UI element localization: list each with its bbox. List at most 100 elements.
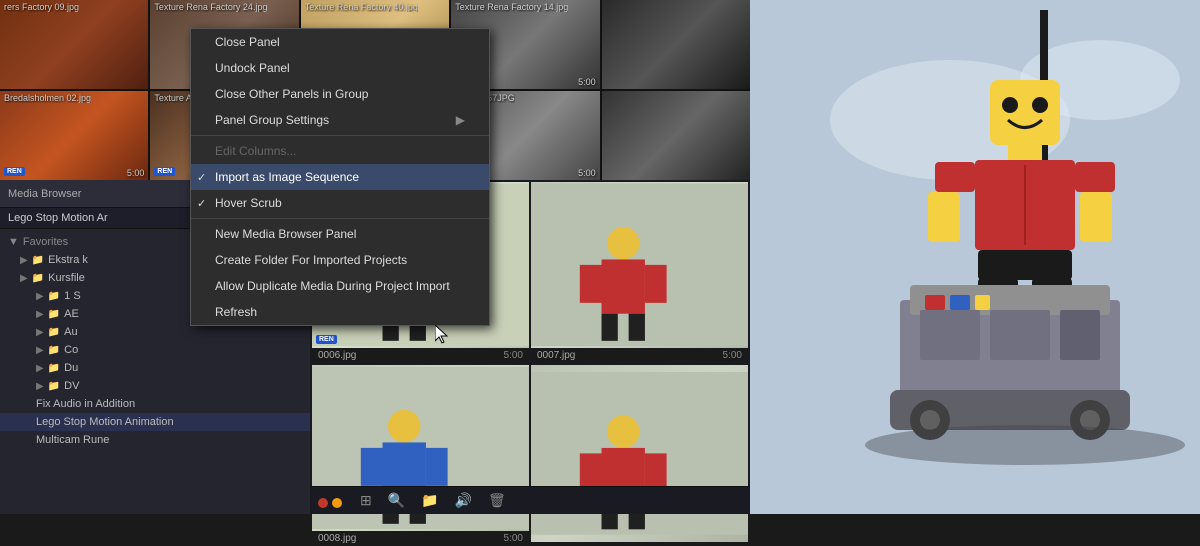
rec-badge: REN xyxy=(316,335,337,344)
media-item[interactable]: Bredalsholmen 02.jpg 5:00 REN xyxy=(0,91,148,180)
media-item-label: rers Factory 09.jpg xyxy=(4,2,79,12)
menu-separator-2 xyxy=(191,218,489,219)
folder-icon: 📁 xyxy=(48,345,60,356)
tree-arrow: ▶ xyxy=(36,327,44,338)
audio-icon[interactable]: 🔊 xyxy=(451,490,476,511)
delete-icon[interactable]: 🗑 xyxy=(484,490,510,511)
photo-background xyxy=(750,0,1200,514)
panel-area: Media Browser ≡ Lego Stop Motion Ar ▼ Fa… xyxy=(0,180,750,514)
tree-item-label: Fix Audio in Addition xyxy=(36,398,135,410)
menu-item-close-panel[interactable]: Close Panel xyxy=(191,29,489,55)
media-item-duration: 5:00 xyxy=(578,168,596,178)
media-thumb-footer: 0008.jpg 5:00 xyxy=(312,531,529,546)
media-thumb-footer: 0007.jpg 5:00 xyxy=(531,348,748,363)
media-thumb-duration: 5:00 xyxy=(504,533,523,544)
section-label: Favorites xyxy=(23,236,68,248)
menu-item-label: Create Folder For Imported Projects xyxy=(215,253,407,267)
search-icon[interactable]: 🔍 xyxy=(384,490,409,511)
media-thumb-name: 0006.jpg xyxy=(318,350,356,361)
folder-icon: 📁 xyxy=(48,327,60,338)
tree-arrow: ▶ xyxy=(36,309,44,320)
media-thumb-item[interactable]: 0007.jpg 5:00 xyxy=(531,182,748,363)
menu-item-label: Undock Panel xyxy=(215,61,290,75)
menu-item-label: Close Other Panels in Group xyxy=(215,87,368,101)
tree-item-multicam[interactable]: Multicam Rune xyxy=(0,431,310,449)
media-item-label: Texture Rena Factory 40.jpg xyxy=(305,2,418,12)
tree-item-dv[interactable]: ▶ 📁 DV xyxy=(0,377,310,395)
folder-icon: 📁 xyxy=(32,255,44,266)
media-item-label: Texture Rena Factory 14.jpg xyxy=(455,2,568,12)
media-item-label: Bredalsholmen 02.jpg xyxy=(4,93,91,103)
tree-arrow: ▶ xyxy=(36,291,44,302)
media-thumb-name: 0008.jpg xyxy=(318,533,356,544)
media-browser-panel: Media Browser ≡ Lego Stop Motion Ar ▼ Fa… xyxy=(0,180,310,514)
menu-item-refresh[interactable]: Refresh xyxy=(191,299,489,325)
tree-item-label: Au xyxy=(64,326,77,338)
tree-arrow: ▶ xyxy=(36,345,44,356)
menu-item-label: Import as Image Sequence xyxy=(215,170,359,184)
menu-separator-1 xyxy=(191,135,489,136)
tree-item-co[interactable]: ▶ 📁 Co xyxy=(0,341,310,359)
media-item[interactable] xyxy=(602,91,750,180)
media-thumb-footer xyxy=(531,542,748,546)
section-arrow: ▼ xyxy=(8,236,19,248)
media-thumb-inner xyxy=(531,365,748,542)
media-item[interactable] xyxy=(602,0,750,89)
media-item-label: Texture Rena Factory 24.jpg xyxy=(154,2,267,12)
folder-icon[interactable]: 📁 xyxy=(417,490,442,511)
tree-item-label: AE xyxy=(64,308,79,320)
menu-item-label: Panel Group Settings xyxy=(215,113,329,127)
tree-item-label: Kursfile xyxy=(48,272,85,284)
media-thumb-item[interactable]: 0008.jpg 5:00 xyxy=(312,365,529,546)
menu-item-import-image-seq[interactable]: ✓ Import as Image Sequence xyxy=(191,164,489,190)
menu-item-label: Refresh xyxy=(215,305,257,319)
tree-item-label: DV xyxy=(64,380,79,392)
menu-item-new-media-browser[interactable]: New Media Browser Panel xyxy=(191,221,489,247)
grid-icon[interactable]: ⊞ xyxy=(356,490,376,511)
status-dots xyxy=(318,498,342,508)
menu-item-label: Allow Duplicate Media During Project Imp… xyxy=(215,279,450,293)
menu-item-label: New Media Browser Panel xyxy=(215,227,356,241)
menu-item-allow-duplicate[interactable]: Allow Duplicate Media During Project Imp… xyxy=(191,273,489,299)
menu-item-label: Hover Scrub xyxy=(215,196,282,210)
tree-item-label: 1 S xyxy=(64,290,81,302)
media-item[interactable]: rers Factory 09.jpg xyxy=(0,0,148,89)
menu-item-close-other-panels[interactable]: Close Other Panels in Group xyxy=(191,81,489,107)
menu-item-undock-panel[interactable]: Undock Panel xyxy=(191,55,489,81)
main-container: rers Factory 09.jpg Texture Rena Factory… xyxy=(0,0,1200,514)
folder-icon: 📁 xyxy=(48,291,60,302)
tree-item-lego[interactable]: Lego Stop Motion Animation xyxy=(0,413,310,431)
checkmark-icon: ✓ xyxy=(197,171,206,184)
tree-arrow: ▶ xyxy=(20,255,28,266)
tree-arrow: ▶ xyxy=(36,363,44,374)
tree-item-fixaudio[interactable]: Fix Audio in Addition xyxy=(0,395,310,413)
media-thumb-item[interactable] xyxy=(531,365,748,546)
folder-icon: 📁 xyxy=(48,363,60,374)
tree-item-label: Multicam Rune xyxy=(36,434,109,446)
tree-arrow: ▶ xyxy=(36,381,44,392)
menu-item-panel-group-settings[interactable]: Panel Group Settings ▶ xyxy=(191,107,489,133)
checkmark-icon: ✓ xyxy=(197,197,206,210)
right-panel xyxy=(750,0,1200,514)
rec-badge: REN xyxy=(154,167,175,176)
menu-item-edit-columns: Edit Columns... xyxy=(191,138,489,164)
bottom-toolbar: ⊞ 🔍 📁 🔊 🗑 xyxy=(310,486,750,514)
status-dot-red xyxy=(318,498,328,508)
tree-item-du[interactable]: ▶ 📁 Du xyxy=(0,359,310,377)
context-menu: Close Panel Undock Panel Close Other Pan… xyxy=(190,28,490,326)
folder-icon: 📁 xyxy=(32,273,44,284)
tree-item-label: Co xyxy=(64,344,78,356)
media-thumb-name: 0007.jpg xyxy=(537,350,575,361)
menu-item-label: Close Panel xyxy=(215,35,280,49)
menu-item-hover-scrub[interactable]: ✓ Hover Scrub xyxy=(191,190,489,216)
media-thumb-footer: 0006.jpg 5:00 xyxy=(312,348,529,363)
left-panel: rers Factory 09.jpg Texture Rena Factory… xyxy=(0,0,750,514)
submenu-arrow-icon: ▶ xyxy=(456,113,465,127)
folder-icon: 📁 xyxy=(48,309,60,320)
rec-badge: REN xyxy=(4,167,25,176)
tree-item-label: Ekstra k xyxy=(48,254,88,266)
menu-item-create-folder[interactable]: Create Folder For Imported Projects xyxy=(191,247,489,273)
menu-item-label: Edit Columns... xyxy=(215,144,296,158)
media-item-duration: 5:00 xyxy=(127,168,145,178)
media-thumb-inner xyxy=(531,182,748,348)
